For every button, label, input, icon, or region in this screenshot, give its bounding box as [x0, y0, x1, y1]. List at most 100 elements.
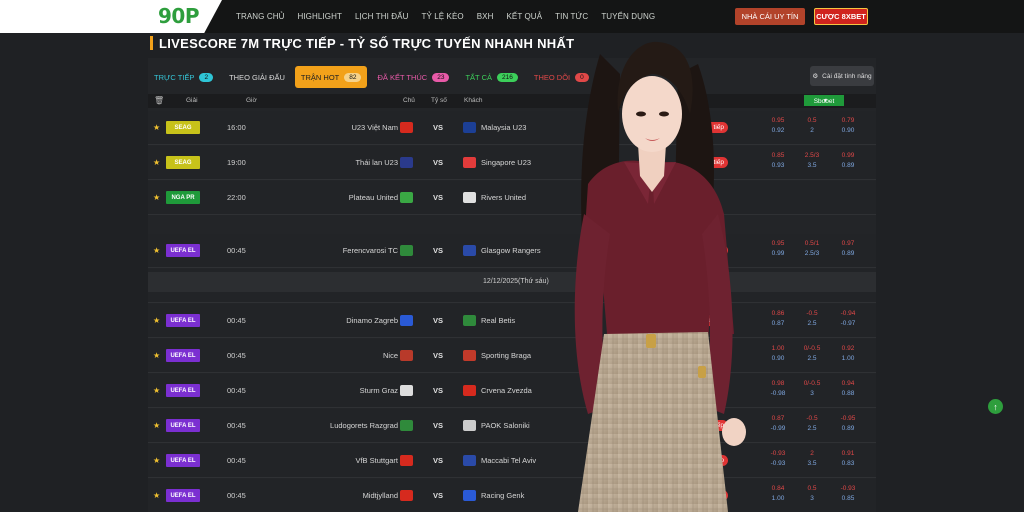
league-badge[interactable]: UEFA EL — [166, 349, 200, 362]
odds-cell[interactable]: 0.95 0.99 — [765, 239, 791, 259]
star-icon[interactable]: ★ — [153, 316, 160, 325]
odds-cell[interactable]: 0.84 1.00 — [765, 484, 791, 504]
odds-cell[interactable]: 0.79 0.90 — [835, 116, 861, 136]
odds-cell[interactable]: 0.5 3 — [799, 484, 825, 504]
league-badge[interactable]: SEAG — [166, 121, 200, 134]
match-row[interactable]: ★UEFA EL00:45Sturm GrazVSCrvena ZvezdaXe… — [148, 374, 876, 408]
odds-bottom: -0.97 — [840, 320, 856, 327]
odds-cell[interactable]: 0.98 -0.98 — [765, 379, 791, 399]
nav-item-results[interactable]: KẾT QUẢ — [506, 12, 542, 21]
away-team[interactable]: Real Betis — [481, 316, 515, 325]
match-row[interactable]: ★ UEFA EL 00:45 VfB Stuttgart VS Maccabi Tel … — [148, 444, 876, 478]
away-team[interactable]: Crvena Zvezda — [481, 386, 532, 395]
odds-top: 0/-0.5 — [803, 380, 821, 387]
home-team[interactable]: Nice — [383, 351, 398, 360]
away-team[interactable]: Rivers United — [481, 193, 526, 202]
odds-cell[interactable]: 0.5/1 2.5/3 — [799, 239, 825, 259]
odds-cell[interactable]: -0.5 2.5 — [799, 309, 825, 329]
odds-cell[interactable]: -0.93 0.85 — [835, 484, 861, 504]
odds-cell[interactable]: -0.5 2.5 — [799, 414, 825, 434]
odds-cell[interactable]: 1.00 0.90 — [765, 344, 791, 364]
home-team[interactable]: Plateau United — [349, 193, 398, 202]
nav-item-highlight[interactable]: HIGHLIGHT — [297, 12, 341, 21]
star-icon[interactable]: ★ — [153, 158, 160, 167]
odds-cell[interactable]: 0.99 0.89 — [835, 151, 861, 171]
odds-cell[interactable]: 0.94 0.88 — [835, 379, 861, 399]
league-badge[interactable]: UEFA EL — [166, 314, 200, 327]
away-team[interactable]: Maccabi Tel Aviv — [481, 456, 536, 465]
star-icon[interactable]: ★ — [153, 123, 160, 132]
tab-2[interactable]: TRẬN HOT 82 — [294, 66, 368, 88]
home-team[interactable]: Dinamo Zagreb — [346, 316, 398, 325]
match-row[interactable]: ★UEFA EL00:45NiceVSSporting BragaXem trự… — [148, 339, 876, 373]
odds-cell[interactable]: 2 3.5 — [799, 449, 825, 469]
league-badge[interactable]: UEFA EL — [166, 384, 200, 397]
away-team[interactable]: Singapore U23 — [481, 158, 531, 167]
league-badge[interactable]: UEFA EL — [166, 454, 200, 467]
odds-cell[interactable]: -0.94 -0.97 — [835, 309, 861, 329]
away-team[interactable]: Racing Genk — [481, 491, 524, 500]
home-team[interactable]: Thái lan U23 — [355, 158, 398, 167]
nav-item-standings[interactable]: BXH — [477, 12, 494, 21]
odds-cell[interactable]: 0.5 2 — [799, 116, 825, 136]
bookmaker-select[interactable]: Sbobet ▼ — [804, 95, 844, 106]
nav-item-news[interactable]: TIN TỨC — [555, 12, 588, 21]
star-icon[interactable]: ★ — [153, 386, 160, 395]
home-team[interactable]: VfB Stuttgart — [355, 456, 398, 465]
odds-cell[interactable]: 0.87 -0.99 — [765, 414, 791, 434]
odds-cell[interactable]: 0.85 0.93 — [765, 151, 791, 171]
match-row[interactable]: ★ UEFA EL 00:45 Ludogorets Razgrad VS PAOK Sa… — [148, 409, 876, 443]
home-team[interactable]: Ferencvarosi TC — [343, 246, 398, 255]
odds-cell[interactable]: 0.86 0.87 — [765, 309, 791, 329]
match-row[interactable]: ★SEAG16:00U23 Việt NamVSMalaysia U23Xem … — [148, 111, 876, 145]
star-icon[interactable]: ★ — [153, 351, 160, 360]
star-icon[interactable]: ★ — [153, 193, 160, 202]
feature-settings-button[interactable]: ⚙ Cài đặt tính năng — [810, 66, 874, 86]
league-badge[interactable]: NGA PR — [166, 191, 200, 204]
match-row[interactable]: ★SEAG19:00Thái lan U23VSSingapore U23Xem… — [148, 146, 876, 180]
away-team[interactable]: PAOK Saloniki — [481, 421, 530, 430]
star-icon[interactable]: ★ — [153, 246, 160, 255]
home-team[interactable]: Ludogorets Razgrad — [330, 421, 398, 430]
tab-3[interactable]: ĐÃ KẾT THÚC 23 — [371, 66, 455, 88]
match-row[interactable]: ★UEFA EL00:45Dinamo ZagrebVSReal BetisXe… — [148, 304, 876, 338]
tab-0[interactable]: TRỰC TIẾP 2 — [148, 66, 219, 88]
nav-item-home[interactable]: TRANG CHỦ — [236, 12, 284, 21]
away-team[interactable]: Sporting Braga — [481, 351, 531, 360]
odds-cell[interactable]: -0.95 0.89 — [835, 414, 861, 434]
home-team[interactable]: U23 Việt Nam — [351, 123, 398, 132]
home-team[interactable]: Sturm Graz — [360, 386, 398, 395]
odds-cell[interactable]: 0/-0.5 3 — [799, 379, 825, 399]
league-badge[interactable]: UEFA EL — [166, 489, 200, 502]
odds-cell[interactable]: 0.92 1.00 — [835, 344, 861, 364]
odds-cell[interactable]: 2.5/3 3.5 — [799, 151, 825, 171]
odds-cell[interactable]: 0.97 0.89 — [835, 239, 861, 259]
tab-1[interactable]: THEO GIẢI ĐẤU — [223, 66, 291, 88]
away-team[interactable]: Malaysia U23 — [481, 123, 526, 132]
site-logo[interactable]: 90P — [158, 4, 200, 28]
match-row[interactable]: ★ UEFA EL 00:45 Ferencvarosi TC VS Glasgow Ra… — [148, 234, 876, 268]
match-row[interactable]: ★UEFA EL00:45MidtjyllandVSRacing GenkXem… — [148, 479, 876, 512]
league-badge[interactable]: UEFA EL — [166, 419, 200, 432]
nav-item-odds[interactable]: TỶ LỆ KÈO — [421, 12, 463, 21]
odds-cell[interactable]: 0.91 0.83 — [835, 449, 861, 469]
nav-item-careers[interactable]: TUYỂN DỤNG — [601, 12, 655, 21]
away-team[interactable]: Glasgow Rangers — [481, 246, 541, 255]
tab-4[interactable]: TẤT CẢ 216 — [459, 66, 523, 88]
scroll-to-top-button[interactable]: ↑ — [988, 399, 1003, 414]
match-row[interactable]: ★ NGA PR 22:00 Plateau United VS Rivers Unite… — [148, 181, 876, 215]
star-icon[interactable]: ★ — [153, 421, 160, 430]
league-badge[interactable]: UEFA EL — [166, 244, 200, 257]
trusted-bookmaker-button[interactable]: NHÀ CÁI UY TÍN — [735, 8, 805, 25]
odds-cell[interactable]: 0/-0.5 2.5 — [799, 344, 825, 364]
star-icon[interactable]: ★ — [153, 491, 160, 500]
trash-icon[interactable]: 🗑 — [154, 96, 164, 105]
bet-8xbet-button[interactable]: CƯỢC 8XBET — [814, 8, 868, 25]
star-icon[interactable]: ★ — [153, 456, 160, 465]
league-badge[interactable]: SEAG — [166, 156, 200, 169]
odds-cell[interactable]: -0.93 -0.93 — [765, 449, 791, 469]
home-team[interactable]: Midtjylland — [363, 491, 398, 500]
odds-bottom: 0.99 — [771, 250, 785, 257]
odds-cell[interactable]: 0.95 0.92 — [765, 116, 791, 136]
nav-item-schedule[interactable]: LỊCH THI ĐẤU — [355, 12, 409, 21]
